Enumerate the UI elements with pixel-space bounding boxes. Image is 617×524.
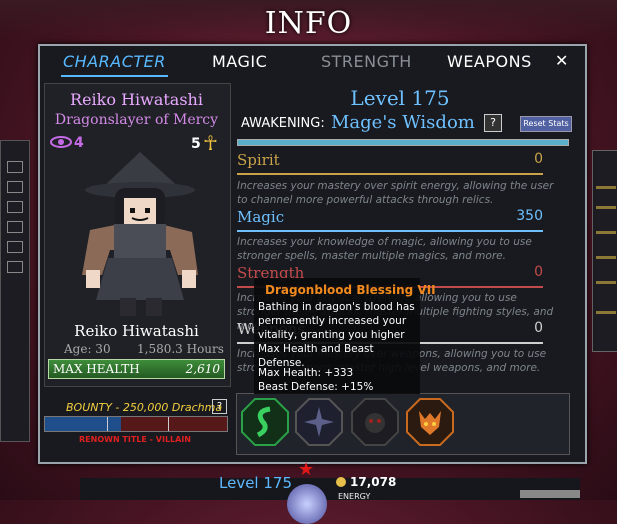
blessing-slot-star-icon[interactable] <box>294 397 344 447</box>
left-panel-slot <box>7 221 23 233</box>
bounty-bar-divider <box>168 417 169 431</box>
tooltip-stat-defense: Beast Defense: +15% <box>258 381 374 393</box>
bounty-bar-divider <box>107 417 108 431</box>
player-display-name: Reiko Hiwatashi <box>74 322 199 340</box>
screen-title: INFO <box>264 6 353 41</box>
stat-name: Magic <box>237 208 285 226</box>
level-label: Level 175 <box>350 86 450 110</box>
character-avatar <box>82 152 198 316</box>
bounty-bar <box>44 416 228 432</box>
hud-energy-bar <box>520 490 580 498</box>
tooltip-title: Dragonblood Blessing VII <box>265 283 436 297</box>
stat-value: 350 <box>516 208 543 224</box>
right-panel-text-line <box>596 311 616 314</box>
tooltip-stats: Max Health: +333 Beast Defense: +15% <box>258 366 418 394</box>
left-panel-slot <box>7 241 23 253</box>
max-health-label: MAX HEALTH <box>53 362 140 376</box>
coin-icon <box>336 477 346 487</box>
blessing-slot-serpent-icon[interactable] <box>240 397 290 447</box>
stat-value: 0 <box>534 264 543 280</box>
eye-count: 4 <box>74 135 84 151</box>
stat-value: 0 <box>534 320 543 336</box>
left-panel-slot <box>7 181 23 193</box>
right-panel-text-line <box>596 231 616 234</box>
background-left-panel <box>0 140 30 442</box>
blessing-slot-dragon-icon[interactable] <box>405 397 455 447</box>
bottom-hud <box>80 478 580 500</box>
left-panel-slot <box>7 161 23 173</box>
tab-weapons[interactable]: WEAPONS <box>447 52 532 71</box>
awakening-help-button[interactable]: ? <box>484 114 502 132</box>
hud-gold: 17,078 <box>350 475 397 489</box>
tooltip-stat-health: Max Health: +333 <box>258 367 354 379</box>
character-title: Dragonslayer of Mercy <box>54 112 219 128</box>
tooltip-description: Bathing in dragon's blood has permanentl… <box>258 301 415 369</box>
stat-underline <box>237 173 543 175</box>
blessing-slot-dark-icon[interactable] <box>350 397 400 447</box>
left-panel-slot <box>7 201 23 213</box>
stat-progress-bar <box>237 139 569 146</box>
tab-magic[interactable]: MAGIC <box>212 52 267 71</box>
play-hours: 1,580.3 Hours <box>137 342 224 356</box>
background-right-panel <box>592 150 617 352</box>
stat-description: Increases your mastery over spirit energ… <box>237 180 554 206</box>
star-icon: ★ <box>298 459 315 480</box>
renown-title: RENOWN TITLE - VILLAIN <box>79 435 191 444</box>
max-health-value: 2,610 <box>185 362 220 376</box>
stat-underline <box>237 230 543 232</box>
bounty-label: BOUNTY - 250,000 Drachma <box>66 401 223 414</box>
right-panel-text-line <box>596 281 616 284</box>
awakening-value: Mage's Wisdom <box>331 112 475 133</box>
max-health-bar: MAX HEALTH 2,610 <box>48 359 225 379</box>
right-panel-text-line <box>596 186 616 189</box>
eye-icon <box>50 136 72 148</box>
hud-level: Level 175 <box>219 474 292 492</box>
stat-name: Spirit <box>237 151 280 169</box>
stat-value: 0 <box>534 151 543 167</box>
awakening-label: AWAKENING: <box>241 116 325 131</box>
character-age: Age: 30 <box>64 342 111 356</box>
left-panel-slot <box>7 261 23 273</box>
character-name: Reiko Hiwatashi <box>70 90 203 109</box>
tab-strength[interactable]: STRENGTH <box>321 52 412 71</box>
orb-icon <box>287 484 327 524</box>
right-panel-text-line <box>596 206 616 209</box>
tab-character[interactable]: CHARACTER <box>61 52 168 77</box>
stat-description: Increases your knowledge of magic, allow… <box>237 236 532 262</box>
bounty-help-button[interactable]: ? <box>212 399 227 414</box>
close-icon[interactable]: ✕ <box>555 51 568 70</box>
right-panel-text-line <box>596 256 616 259</box>
bounty-bar-fill <box>45 417 122 431</box>
reset-stats-button[interactable]: Reset Stats <box>520 116 572 132</box>
